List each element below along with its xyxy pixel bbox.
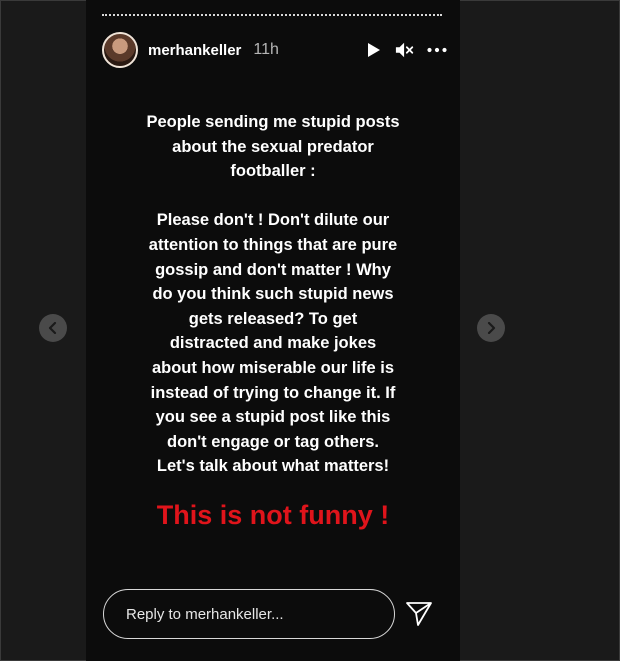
- mute-icon: [395, 42, 414, 58]
- play-button[interactable]: [363, 40, 383, 60]
- mute-button[interactable]: [395, 40, 415, 60]
- reply-placeholder: Reply to merhankeller...: [126, 605, 284, 623]
- more-icon: [427, 47, 447, 53]
- avatar[interactable]: [102, 32, 138, 68]
- next-story-button[interactable]: [477, 314, 505, 342]
- send-icon: [406, 602, 432, 626]
- story-progress-bar: [102, 14, 442, 18]
- story-header: merhankeller 11h: [102, 30, 447, 70]
- username[interactable]: merhankeller: [148, 42, 241, 59]
- story-viewer[interactable]: merhankeller 11h People sending me stupi…: [86, 0, 460, 661]
- more-options-button[interactable]: [427, 40, 447, 60]
- story-controls: [363, 40, 447, 60]
- chevron-right-icon: [487, 322, 496, 334]
- send-button[interactable]: [404, 598, 434, 628]
- story-highlight-text: This is not funny !: [156, 500, 390, 530]
- story-text: People sending me stupid posts about the…: [146, 113, 400, 476]
- chevron-left-icon: [48, 322, 57, 334]
- reply-input[interactable]: Reply to merhankeller...: [103, 589, 395, 639]
- play-icon: [368, 43, 380, 57]
- post-time: 11h: [253, 41, 279, 58]
- previous-story-button[interactable]: [39, 314, 67, 342]
